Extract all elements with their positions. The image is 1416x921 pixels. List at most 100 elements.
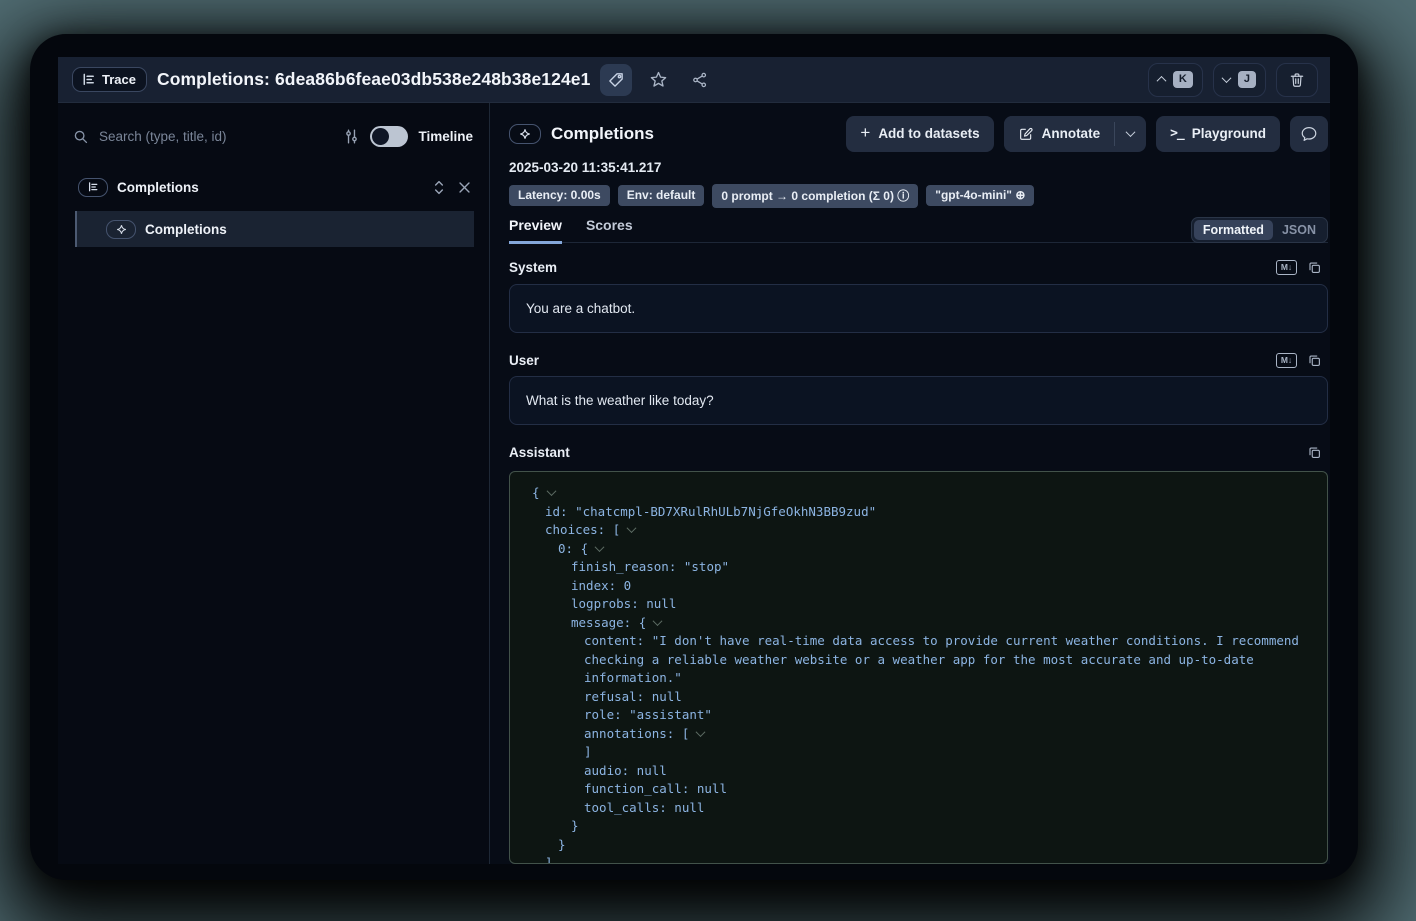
user-message-box: What is the weather like today?	[509, 376, 1328, 425]
filter-sliders-icon[interactable]	[343, 128, 360, 145]
assistant-label: Assistant	[509, 445, 570, 460]
copy-icon[interactable]	[1307, 260, 1322, 275]
collapse-chevron-icon[interactable]	[546, 486, 556, 496]
annotate-dropdown-button[interactable]	[1115, 116, 1146, 152]
chevron-down-icon	[1126, 127, 1136, 137]
token-usage-badge[interactable]: 0 prompt → 0 completion (Σ 0) ⓘ	[712, 184, 918, 208]
copy-icon[interactable]	[1307, 445, 1322, 460]
json-line-text: content: "I don't have real-time data ac…	[584, 633, 1306, 685]
json-line: choices: [	[518, 521, 1319, 540]
json-line: audio: null	[518, 762, 1319, 781]
main-panel: Completions + Add to datasets	[490, 103, 1330, 864]
annotate-button[interactable]: Annotate	[1004, 116, 1115, 152]
search-row: Timeline	[72, 119, 473, 153]
copy-icon[interactable]	[1307, 353, 1322, 368]
plus-icon: +	[860, 123, 870, 143]
json-line: role: "assistant"	[518, 706, 1319, 725]
topbar-right: K J	[1148, 63, 1318, 97]
markdown-toggle-icon[interactable]: M↓	[1276, 260, 1297, 275]
json-line: annotations: [	[518, 725, 1319, 744]
tree-root-row[interactable]: Completions	[72, 173, 473, 201]
json-line: 0: {	[518, 540, 1319, 559]
collapse-chevron-icon[interactable]	[627, 523, 637, 533]
json-line-text: {	[532, 485, 540, 500]
search-input[interactable]	[99, 129, 333, 144]
trace-tree-icon	[81, 72, 96, 87]
playground-button[interactable]: >_ Playground	[1156, 116, 1280, 152]
add-to-datasets-button[interactable]: + Add to datasets	[846, 116, 993, 152]
json-line: content: "I don't have real-time data ac…	[518, 632, 1319, 688]
latency-badge: Latency: 0.00s	[509, 185, 610, 206]
json-line-text: logprobs: null	[571, 596, 676, 611]
topbar: Trace Completions: 6dea86b6feae03db538e2…	[58, 57, 1330, 103]
json-line: index: 0	[518, 577, 1319, 596]
timeline-label: Timeline	[418, 129, 473, 144]
next-trace-button[interactable]: J	[1213, 63, 1266, 97]
trace-tree-icon	[78, 178, 108, 197]
keycap-j: J	[1238, 71, 1256, 88]
system-section-head: System M↓	[509, 259, 1328, 276]
system-message-text: You are a chatbot.	[526, 301, 635, 316]
assistant-json-code: { id: "chatcmpl-BD7XRulRhULb7NjGfeOkhN3BB…	[518, 484, 1319, 864]
collapse-all-icon[interactable]	[458, 181, 471, 194]
tree-child-label: Completions	[145, 222, 227, 237]
json-line-text: index: 0	[571, 578, 631, 593]
json-line: ]	[518, 854, 1319, 864]
markdown-toggle-icon[interactable]: M↓	[1276, 353, 1297, 368]
json-line: ]	[518, 743, 1319, 762]
prev-trace-button[interactable]: K	[1148, 63, 1203, 97]
delete-trace-button[interactable]	[1276, 63, 1318, 97]
collapse-chevron-icon[interactable]	[653, 616, 663, 626]
tag-icon	[607, 71, 625, 89]
json-line: }	[518, 817, 1319, 836]
trace-badge: Trace	[72, 67, 147, 92]
comments-button[interactable]	[1290, 116, 1328, 152]
env-badge: Env: default	[618, 185, 705, 206]
sidebar-item-completions[interactable]: Completions	[75, 211, 474, 247]
star-icon	[649, 70, 668, 89]
annotate-split-button: Annotate	[1004, 116, 1147, 152]
assistant-section-head: Assistant	[509, 444, 1328, 461]
chevron-up-icon	[1156, 76, 1166, 86]
tag-button[interactable]	[600, 64, 632, 96]
json-line: {	[518, 484, 1319, 503]
search-icon	[72, 128, 89, 145]
tab-preview[interactable]: Preview	[509, 217, 562, 244]
collapse-chevron-icon[interactable]	[595, 542, 605, 552]
timeline-toggle[interactable]	[370, 126, 408, 147]
json-line-text: role: "assistant"	[584, 707, 712, 722]
page-title: Completions: 6dea86b6feae03db538e248b38e…	[157, 69, 591, 90]
favorite-button[interactable]	[642, 64, 674, 96]
sidebar: Timeline Completions	[58, 103, 490, 864]
user-section-head: User M↓	[509, 352, 1328, 369]
collapse-chevron-icon[interactable]	[696, 727, 706, 737]
badges-row: Latency: 0.00s Env: default 0 prompt → 0…	[509, 185, 1328, 207]
json-line-text: finish_reason: "stop"	[571, 559, 729, 574]
model-badge[interactable]: "gpt-4o-mini" ⊕	[926, 185, 1034, 206]
comment-bubble-icon	[1300, 125, 1318, 143]
tab-scores[interactable]: Scores	[586, 217, 633, 244]
json-line: finish_reason: "stop"	[518, 558, 1319, 577]
toggle-knob	[372, 128, 389, 145]
generation-sparkle-icon	[509, 124, 541, 144]
observation-title: Completions	[551, 124, 654, 144]
header-actions: + Add to datasets	[846, 116, 1328, 152]
unfold-vertical-icon[interactable]	[432, 180, 446, 195]
json-line-text: audio: null	[584, 763, 667, 778]
user-message-text: What is the weather like today?	[526, 393, 714, 408]
json-line: message: {	[518, 614, 1319, 633]
trace-badge-label: Trace	[102, 72, 136, 87]
tree-controls	[432, 180, 471, 195]
json-line: function_call: null	[518, 780, 1319, 799]
json-line: id: "chatcmpl-BD7XRulRhULb7NjGfeOkhN3BB9…	[518, 503, 1319, 522]
generation-sparkle-icon	[106, 220, 136, 239]
json-line-text: choices: [	[545, 522, 620, 537]
json-line-text: refusal: null	[584, 689, 682, 704]
main-header: Completions + Add to datasets	[509, 115, 1328, 152]
json-line-text: ]	[584, 744, 592, 759]
format-option-json[interactable]: JSON	[1273, 220, 1325, 240]
json-line-text: id: "chatcmpl-BD7XRulRhULb7NjGfeOkhN3BB9…	[545, 504, 876, 519]
assistant-json-viewer: { id: "chatcmpl-BD7XRulRhULb7NjGfeOkhN3BB…	[509, 471, 1328, 864]
format-option-formatted[interactable]: Formatted	[1194, 220, 1273, 240]
share-button[interactable]	[684, 64, 716, 96]
